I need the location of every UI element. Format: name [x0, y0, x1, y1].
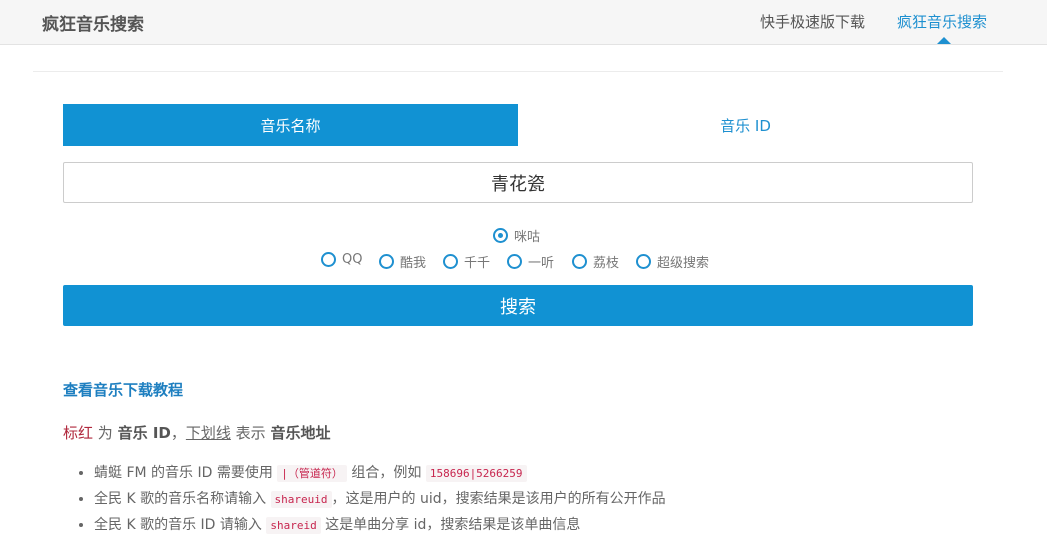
radio-label: 千千 [464, 256, 491, 271]
radio-label: 酷我 [400, 256, 427, 271]
tips-list: 蜻蜓 FM 的音乐 ID 需要使用 |（管道符） 组合，例如 158696|52… [76, 461, 666, 539]
radio-source-lizhi[interactable]: 荔枝 [572, 252, 619, 271]
search-input[interactable] [63, 162, 973, 203]
legend-word: 表示 [235, 424, 266, 442]
tip-text: 全民 K 歌的音乐 ID 请输入 [94, 517, 262, 533]
radio-checked-icon [493, 228, 508, 243]
legend-comma: ， [170, 424, 186, 442]
radio-label: 咪咕 [514, 230, 541, 245]
tutorial-link[interactable]: 查看音乐下载教程 [63, 379, 183, 400]
radio-source-yiting[interactable]: 一听 [507, 252, 554, 271]
radio-source-qq[interactable]: QQ [321, 252, 362, 267]
radio-unchecked-icon [507, 254, 522, 269]
nav-link-kuaishou-download[interactable]: 快手极速版下载 [760, 11, 865, 32]
search-button[interactable]: 搜索 [63, 285, 973, 326]
radio-source-kuwo[interactable]: 酷我 [379, 252, 426, 271]
list-item: 全民 K 歌的音乐名称请输入 shareuid，这是用户的 uid，搜索结果是该… [94, 487, 666, 513]
legend-bold-addr: 音乐地址 [270, 424, 331, 442]
radio-label: 超级搜索 [657, 256, 710, 271]
legend-red-text: 标红 [63, 424, 94, 442]
tip-code: 158696|5266259 [425, 465, 527, 482]
radio-unchecked-icon [321, 252, 336, 267]
tab-music-id[interactable]: 音乐 ID [518, 104, 973, 146]
brand-title[interactable]: 疯狂音乐搜索 [42, 10, 144, 35]
tip-text: 组合，例如 [351, 465, 422, 481]
tip-text: 全民 K 歌的音乐名称请输入 [94, 491, 267, 507]
radio-source-super-search[interactable]: 超级搜索 [636, 252, 709, 271]
tip-code: shareuid [270, 491, 332, 508]
active-nav-caret-icon [937, 37, 951, 44]
tab-music-name[interactable]: 音乐名称 [63, 104, 518, 146]
radio-source-migu[interactable]: 咪咕 [493, 226, 540, 245]
radio-unchecked-icon [636, 254, 651, 269]
tip-text: ，这是用户的 uid，搜索结果是该用户的所有公开作品 [331, 491, 666, 507]
radio-label: 荔枝 [593, 256, 620, 271]
legend-word: 为 [97, 424, 113, 442]
radio-unchecked-icon [572, 254, 587, 269]
tip-code: |（管道符） [277, 465, 347, 482]
legend-note: 标红 为 音乐 ID，下划线 表示 音乐地址 [63, 422, 330, 443]
list-item: 全民 K 歌的音乐 ID 请输入 shareid 这是单曲分享 id，搜索结果是… [94, 513, 666, 539]
legend-underline-text: 下划线 [185, 424, 231, 442]
tip-text: 蜻蜓 FM 的音乐 ID 需要使用 [94, 465, 273, 481]
list-item: 蜻蜓 FM 的音乐 ID 需要使用 |（管道符） 组合，例如 158696|52… [94, 461, 666, 487]
radio-unchecked-icon [443, 254, 458, 269]
top-navbar: 疯狂音乐搜索 快手极速版下载 疯狂音乐搜索 [0, 0, 1047, 45]
divider [33, 71, 1003, 72]
radio-unchecked-icon [379, 254, 394, 269]
tip-code: shareid [266, 517, 321, 534]
radio-label: 一听 [528, 256, 555, 271]
legend-bold-id: 音乐 ID [117, 424, 171, 442]
radio-source-qianqian[interactable]: 千千 [443, 252, 490, 271]
tip-text: 这是单曲分享 id，搜索结果是该单曲信息 [325, 517, 581, 533]
radio-label: QQ [342, 252, 363, 267]
nav-link-music-search[interactable]: 疯狂音乐搜索 [897, 11, 987, 32]
